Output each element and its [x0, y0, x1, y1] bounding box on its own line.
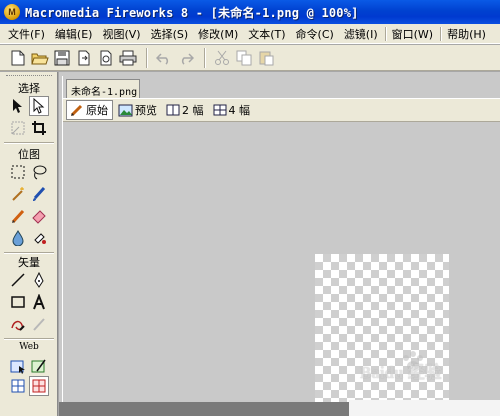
cut-icon[interactable]: [212, 48, 232, 68]
hide-slices-icon[interactable]: [8, 376, 28, 396]
document-tab-strip: 未命名-1.png: [63, 76, 500, 98]
blur-tool-icon[interactable]: [8, 228, 28, 248]
menu-modify[interactable]: 修改(M): [194, 26, 244, 42]
tools-section-vector-title: 矢量: [18, 256, 40, 269]
menu-separator: [440, 26, 443, 41]
two-up-icon: [166, 104, 180, 116]
window-title: Macromedia Fireworks 8 - [未命名-1.png @ 10…: [25, 5, 359, 20]
rubber-stamp-tool-icon[interactable]: [29, 228, 49, 248]
line-tool-icon[interactable]: [8, 270, 28, 290]
tools-section-web-title: Web: [19, 342, 39, 352]
undo-icon[interactable]: [154, 48, 174, 68]
tools-panel: 选择 位图 矢量 Web: [0, 72, 58, 416]
show-slices-icon[interactable]: [29, 376, 49, 396]
view-original-label: 原始: [86, 104, 108, 117]
redo-icon[interactable]: [176, 48, 196, 68]
paste-icon[interactable]: [256, 48, 276, 68]
tools-section-bitmap-title: 位图: [18, 148, 40, 161]
rectangle-tool-icon[interactable]: [8, 292, 28, 312]
magic-wand-tool-icon[interactable]: [8, 184, 28, 204]
section-divider: [4, 142, 54, 144]
marquee-tool-icon[interactable]: [8, 162, 28, 182]
pencil-icon: [70, 104, 83, 117]
baidu-watermark: Baidu 经验: [352, 344, 492, 388]
panel-grip[interactable]: [6, 75, 52, 77]
view-original-button[interactable]: 原始: [66, 100, 113, 120]
menu-view[interactable]: 视图(V): [98, 26, 146, 42]
toolbar-separator: [146, 47, 148, 68]
print-icon[interactable]: [118, 48, 138, 68]
menu-edit[interactable]: 编辑(E): [51, 26, 99, 42]
subselection-tool-icon[interactable]: [29, 96, 49, 116]
menu-bar: 文件(F) 编辑(E) 视图(V) 选择(S) 修改(M) 文本(T) 命令(C…: [0, 24, 500, 44]
menu-filters[interactable]: 滤镜(I): [340, 26, 384, 42]
save-icon[interactable]: [52, 48, 72, 68]
view-4up-label: 4 幅: [228, 104, 251, 117]
menu-file[interactable]: 文件(F): [4, 26, 51, 42]
preview-icon: [118, 104, 133, 116]
menu-commands[interactable]: 命令(C): [292, 26, 340, 42]
menu-help[interactable]: 帮助(H): [443, 26, 492, 42]
tools-section-select-title: 选择: [18, 82, 40, 95]
view-2up-label: 2 幅: [182, 104, 204, 117]
view-preview-label: 预览: [135, 104, 157, 117]
status-strip-right: [349, 400, 500, 416]
hotspot-tool-icon[interactable]: [8, 356, 28, 376]
scale-tool-icon[interactable]: [8, 118, 28, 138]
eraser-tool-icon[interactable]: [29, 206, 49, 226]
brush-tool-icon[interactable]: [29, 184, 49, 204]
title-bar: M Macromedia Fireworks 8 - [未命名-1.png @ …: [0, 0, 500, 24]
watermark-text: Baidu 经验: [360, 363, 442, 382]
text-tool-icon[interactable]: [29, 292, 49, 312]
pencil-tool-icon[interactable]: [8, 206, 28, 226]
crop-tool-icon[interactable]: [29, 118, 49, 138]
copy-icon[interactable]: [234, 48, 254, 68]
lasso-tool-icon[interactable]: [29, 162, 49, 182]
section-divider: [4, 338, 54, 340]
view-preview-button[interactable]: 预览: [115, 100, 161, 120]
toolbar-separator: [204, 47, 206, 68]
slice-tool-icon[interactable]: [29, 356, 49, 376]
menu-select[interactable]: 选择(S): [147, 26, 195, 42]
main-toolbar: [0, 45, 500, 71]
view-mode-bar: 原始 预览 2 幅 4 幅: [63, 98, 500, 122]
document-tab[interactable]: 未命名-1.png: [66, 79, 140, 98]
view-4up-button[interactable]: 4 幅: [210, 100, 255, 120]
menu-text[interactable]: 文本(T): [244, 26, 291, 42]
fireworks-logo-icon: M: [4, 4, 20, 20]
menu-window[interactable]: 窗口(W): [388, 26, 439, 42]
import-icon[interactable]: [74, 48, 94, 68]
knife-tool-icon[interactable]: [29, 314, 49, 334]
freeform-tool-icon[interactable]: [8, 314, 28, 334]
view-2up-button[interactable]: 2 幅: [163, 100, 208, 120]
pointer-tool-icon[interactable]: [8, 96, 28, 116]
four-up-icon: [213, 104, 226, 116]
new-file-icon[interactable]: [8, 48, 28, 68]
export-icon[interactable]: [96, 48, 116, 68]
open-file-icon[interactable]: [30, 48, 50, 68]
menu-separator: [384, 26, 387, 41]
pen-tool-icon[interactable]: [29, 270, 49, 290]
